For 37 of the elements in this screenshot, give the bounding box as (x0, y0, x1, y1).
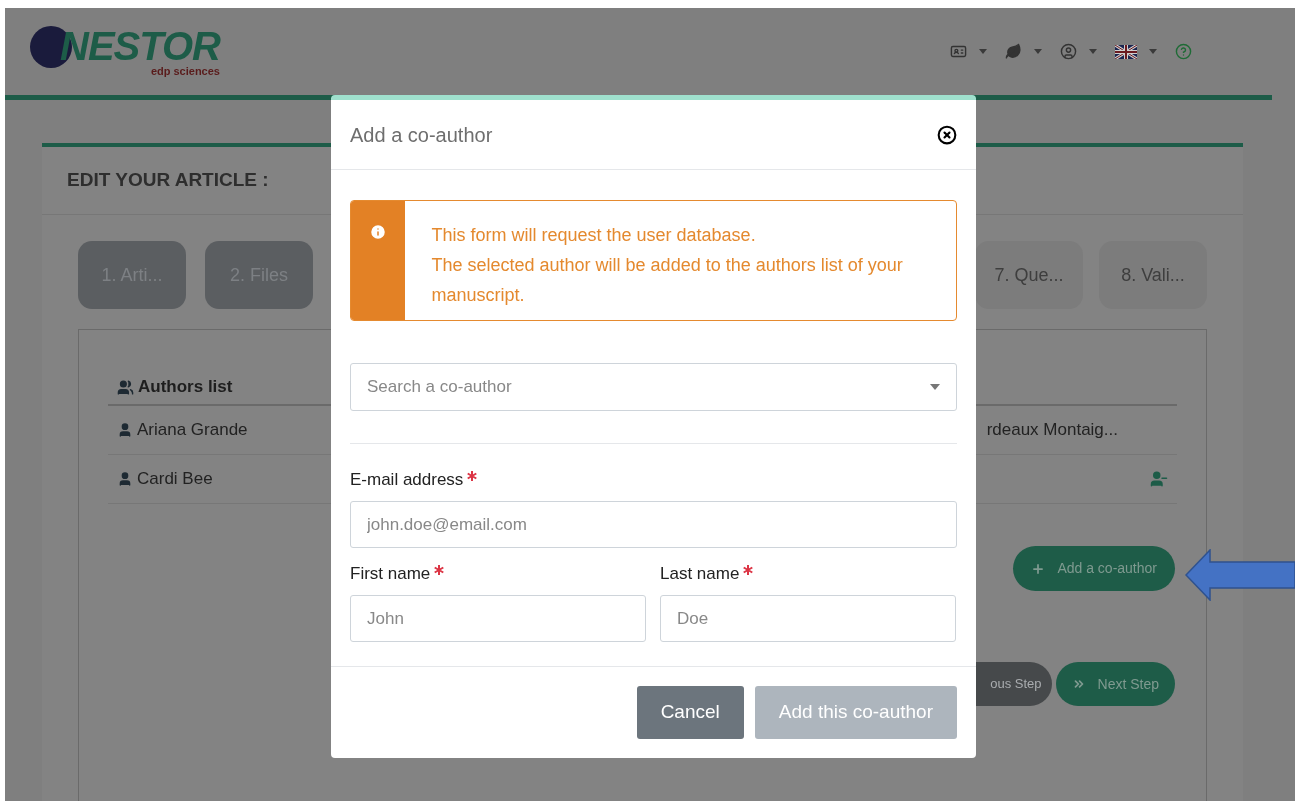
alert-text: The selected author will be added to the authors list of your manuscript. (431, 254, 904, 307)
leaf-icon (1005, 43, 1022, 60)
author-name: Ariana Grande (137, 419, 248, 442)
caret-icon (1149, 49, 1157, 54)
caret-icon (1089, 49, 1097, 54)
user-circle-icon (1060, 43, 1077, 60)
dialog-button[interactable]: Cancel (636, 686, 744, 739)
search-select[interactable]: Search a co-author (350, 363, 957, 411)
card-title: EDIT YOUR ARTICLE : (67, 168, 269, 193)
plus-icon (1031, 561, 1046, 576)
flag-icon (1115, 44, 1137, 59)
next-step-button[interactable]: Next Step (1055, 662, 1175, 706)
add-coauthor-button[interactable]: Add a co-author (1013, 546, 1175, 591)
user-icon (117, 422, 133, 438)
dialog-title: Add a co-author (350, 122, 493, 148)
close-icon[interactable] (937, 124, 957, 145)
caret-icon (930, 384, 940, 390)
logo-tagline: edp sciences (150, 66, 220, 77)
caret-icon (1034, 49, 1042, 54)
table-cell-text: rdeaux Montaig... (986, 419, 1118, 442)
caret-icon (979, 49, 987, 54)
author-name: Cardi Bee (137, 468, 213, 491)
field-label: E-mail address (350, 468, 464, 491)
alert-text: This form will request the user database. (431, 224, 757, 247)
field-label: Last name (660, 562, 740, 585)
info-icon (369, 223, 388, 241)
users-icon (117, 378, 134, 396)
previous-step-button[interactable]: ous Step (974, 662, 1052, 706)
text-field[interactable]: John (350, 595, 646, 642)
id-card-icon (950, 43, 967, 60)
column-heading: Authors list (138, 376, 233, 399)
text-field[interactable]: john.doe@email.com (350, 501, 957, 548)
menu-dropdown[interactable] (1115, 44, 1157, 59)
field-label: First name (350, 562, 431, 585)
user-icon (117, 471, 133, 487)
text-field[interactable]: Doe (660, 595, 956, 642)
remove-user-icon[interactable] (1150, 470, 1168, 488)
